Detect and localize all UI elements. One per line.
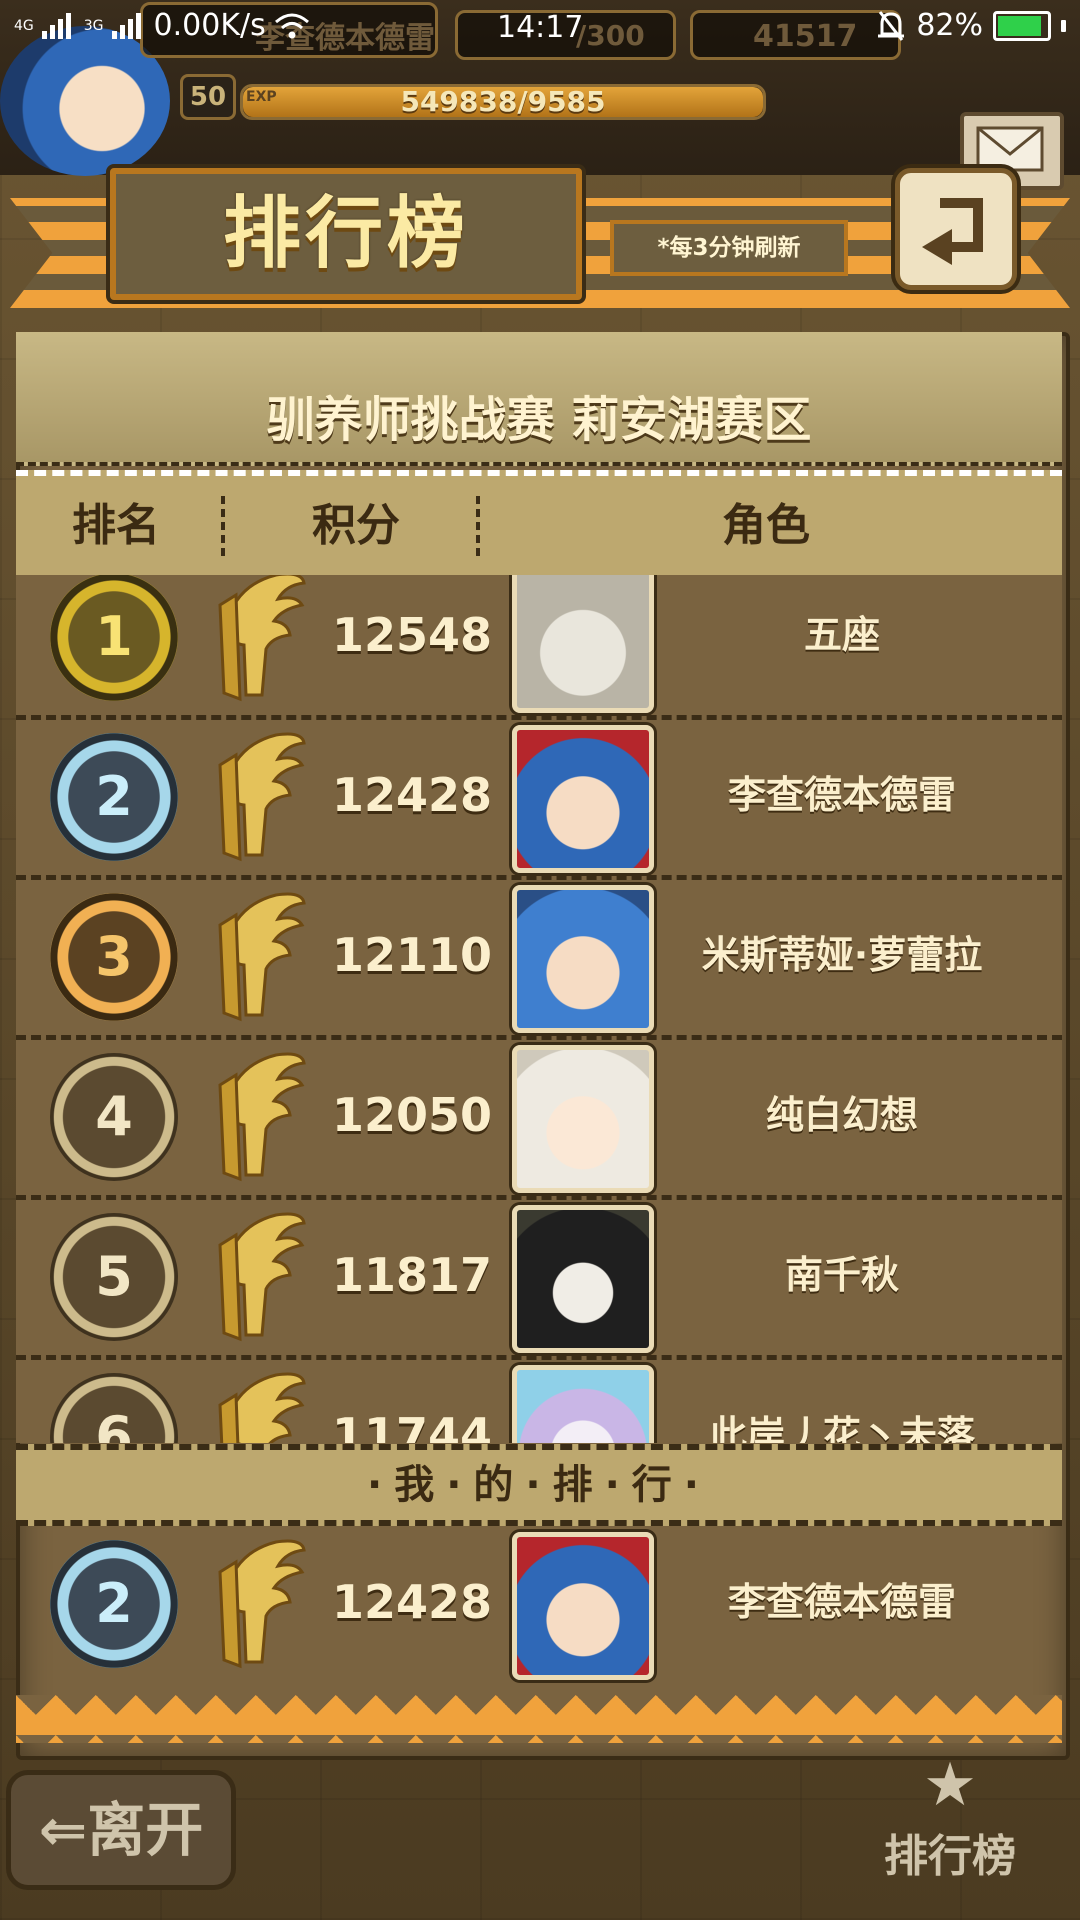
player-name: 南千秋 (784, 1253, 899, 1297)
panel-bottom-trim (16, 1695, 1062, 1743)
battery-percent: 82% (916, 8, 983, 43)
leave-button[interactable]: ⇐离开 (6, 1770, 236, 1890)
character-portrait[interactable] (512, 1045, 654, 1193)
panel-title: 驯养师挑战赛 莉安湖赛区 (266, 392, 812, 448)
wing-emblem-icon (218, 732, 306, 862)
bell-off-icon (878, 10, 905, 41)
rank-badge-gold: 1 (50, 575, 178, 701)
column-character: 角色 (722, 500, 810, 551)
signal-icon-2 (111, 12, 141, 39)
status-left: 4G 3G 0.00K/s (14, 8, 310, 43)
player-name: 李查德本德雷 (727, 773, 956, 817)
ranking-row[interactable]: 4 12050 纯白幻想 (16, 1035, 1062, 1200)
character-portrait[interactable] (512, 1365, 654, 1443)
wing-emblem-icon (218, 892, 306, 1022)
player-name: 米斯蒂娅·萝蕾拉 (701, 933, 983, 977)
my-ranking-header: ·我·的·排·行· (16, 1444, 1062, 1526)
back-button[interactable] (895, 168, 1017, 290)
my-ranking-row[interactable]: 2 12428 李查德本德雷 (16, 1522, 1062, 1682)
character-portrait[interactable] (512, 885, 654, 1033)
character-portrait[interactable] (512, 725, 654, 873)
player-name: 李查德本德雷 (727, 1580, 956, 1624)
wing-emblem-icon (218, 1372, 306, 1443)
ranking-row[interactable]: 6 11744 此岸丿花丶未落 (16, 1355, 1062, 1443)
network-speed: 0.00K/s (153, 8, 266, 43)
wing-emblem-icon (218, 1539, 306, 1669)
score-value: 12548 (332, 608, 493, 662)
battery-icon (993, 10, 1051, 41)
player-name: 纯白幻想 (765, 1093, 918, 1137)
ranking-list[interactable]: 1 12548 五座 2 12428 李查德本德雷 3 12110 米斯蒂娅·萝… (16, 575, 1062, 1443)
wing-emblem-icon (218, 1052, 306, 1182)
rank-badge-bronze: 3 (50, 893, 178, 1021)
score-value: 12110 (332, 928, 493, 982)
score-value: 12050 (332, 1088, 493, 1142)
score-value: 11744 (332, 1408, 493, 1443)
score-value: 12428 (332, 1575, 493, 1629)
player-name: 此岸丿花丶未落 (708, 1413, 975, 1443)
wing-emblem-icon (218, 1212, 306, 1342)
battery-tip (1061, 19, 1066, 32)
rank-badge: 6 (50, 1373, 178, 1443)
refresh-note: *每3分钟刷新 (610, 220, 848, 276)
rank-badge: 4 (50, 1053, 178, 1181)
column-divider (221, 496, 225, 556)
exp-bar: 549838/9585 (240, 84, 766, 120)
clock: 14:17 (497, 10, 584, 45)
return-arrow-icon (922, 198, 983, 265)
rank-badge-silver: 2 (50, 733, 178, 861)
player-name: 五座 (803, 613, 880, 657)
wifi-icon (274, 13, 309, 38)
status-right: 82% (876, 8, 1066, 43)
header-banner: 排行榜 *每3分钟刷新 (10, 150, 1070, 310)
leaderboard-tab-label: 排行榜 (884, 1831, 1016, 1882)
column-score: 积分 (312, 500, 400, 551)
exp-text: 549838/9585 (400, 85, 606, 118)
status-bar: 4G 3G 0.00K/s 14:17 82% (0, 0, 1080, 55)
rank-badge: 5 (50, 1213, 178, 1341)
banner-title-plate: 排行榜 (110, 168, 582, 300)
exp-label: EXP (246, 89, 277, 105)
ranking-row[interactable]: 2 12428 李查德本德雷 (16, 715, 1062, 880)
star-icon: ★ (923, 1750, 977, 1820)
column-rank: 排名 (72, 500, 160, 551)
score-value: 11817 (332, 1248, 493, 1302)
rank-badge-silver: 2 (50, 1540, 178, 1668)
battery-level (998, 15, 1041, 36)
network-type-4g: 4G (14, 17, 34, 34)
column-headers: 排名 积分 角色 (16, 470, 1062, 582)
ranking-row[interactable]: 3 12110 米斯蒂娅·萝蕾拉 (16, 875, 1062, 1040)
ranking-row[interactable]: 1 12548 五座 (16, 575, 1062, 720)
network-type-3g: 3G (83, 17, 104, 34)
wing-emblem-icon (218, 575, 306, 702)
signal-icon (41, 12, 71, 39)
ranking-row[interactable]: 5 11817 南千秋 (16, 1195, 1062, 1360)
leaderboard-tab[interactable]: ★ 排行榜 (860, 1750, 1040, 1900)
character-portrait[interactable] (512, 1205, 654, 1353)
column-divider (476, 496, 480, 556)
character-portrait[interactable] (512, 1532, 654, 1680)
page-title: 排行榜 (222, 189, 469, 279)
score-value: 12428 (332, 768, 493, 822)
character-portrait[interactable] (512, 575, 654, 713)
level-badge: 50 (180, 74, 236, 120)
